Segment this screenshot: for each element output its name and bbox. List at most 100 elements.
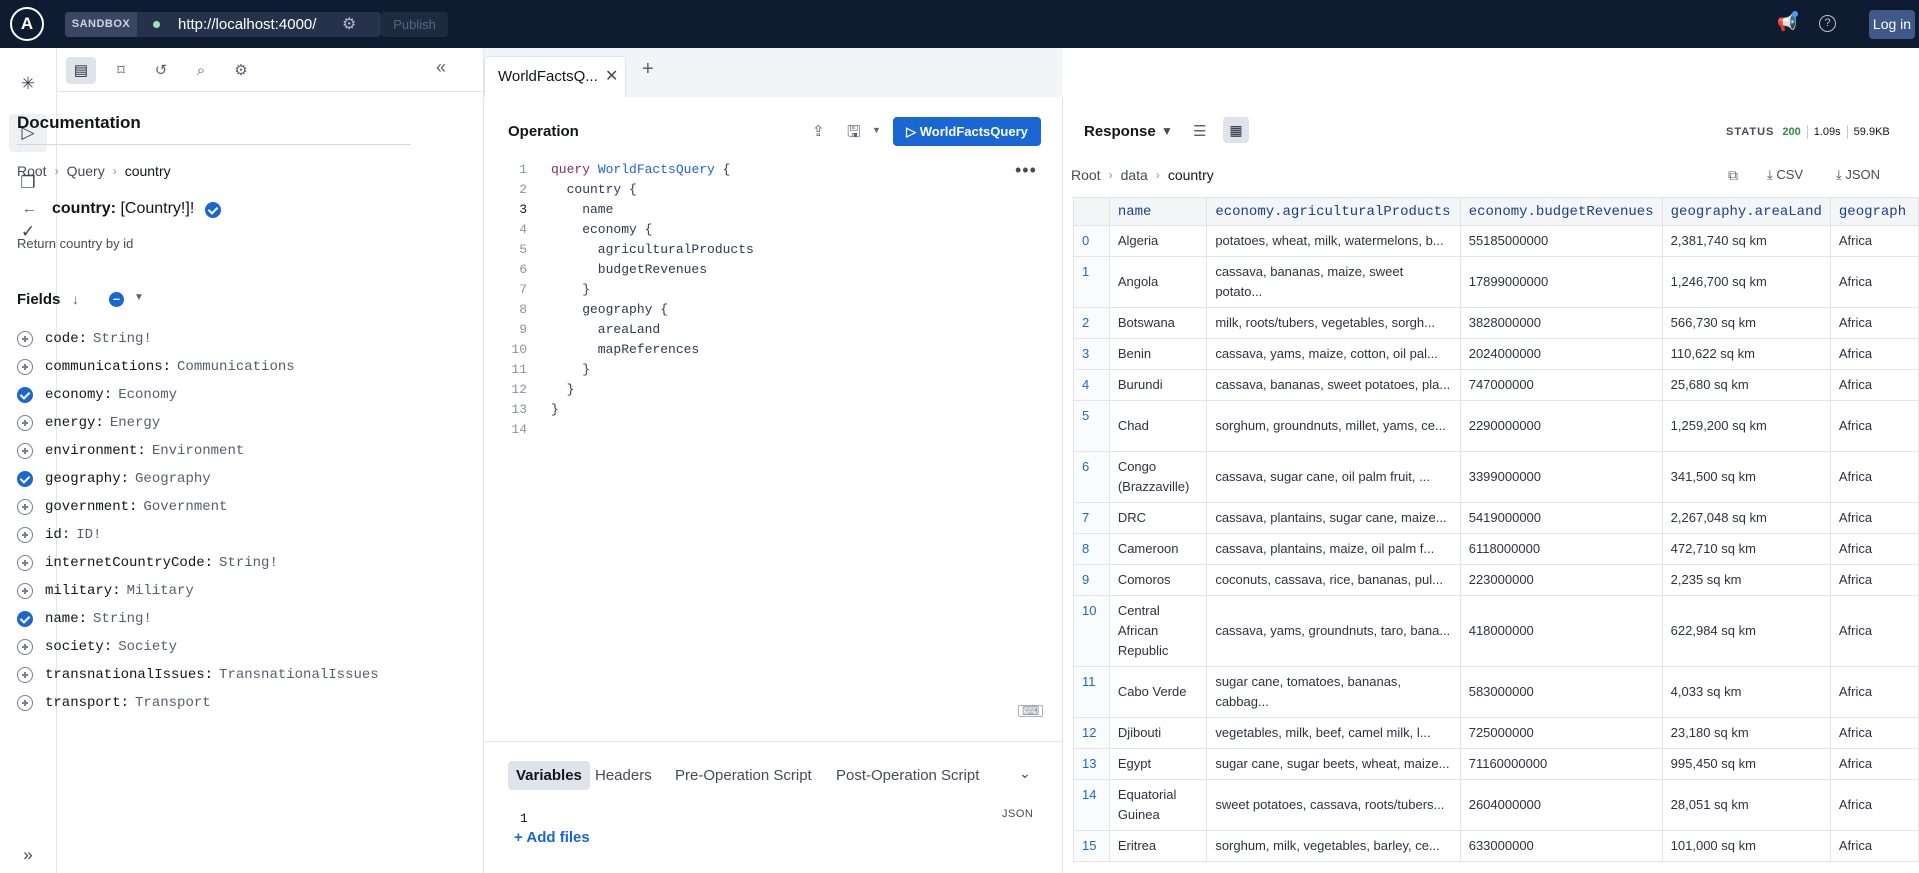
- publish-button[interactable]: Publish: [381, 12, 448, 37]
- table-row[interactable]: 5 Chad sorghum, groundnuts, millet, yams, …: [1073, 400, 1919, 452]
- table-row[interactable]: 9 Comoros coconuts, cassava, rice, bananas…: [1073, 564, 1919, 596]
- field-name[interactable]: geography: [45, 471, 121, 487]
- field-row-name[interactable]: name: String!: [17, 605, 417, 633]
- field-name[interactable]: name: [45, 611, 79, 627]
- operation-tab[interactable]: WorldFactsQ... ✕: [484, 56, 626, 97]
- field-type[interactable]: Environment: [152, 443, 244, 459]
- add-circle-icon[interactable]: [17, 415, 33, 431]
- endpoint-url[interactable]: http://localhost:4000/: [178, 12, 316, 37]
- apollo-logo[interactable]: A: [10, 7, 44, 41]
- table-row[interactable]: 8 Cameroon cassava, plantains, maize, oil …: [1073, 533, 1919, 565]
- share-icon[interactable]: ⇪: [812, 122, 825, 140]
- field-type[interactable]: Geography: [135, 471, 211, 487]
- check-circle-icon[interactable]: [17, 387, 33, 403]
- add-circle-icon[interactable]: [17, 359, 33, 375]
- column-header[interactable]: name: [1108, 197, 1208, 226]
- chevron-down-icon[interactable]: ▼: [134, 292, 144, 303]
- code-line[interactable]: 14: [484, 420, 1004, 440]
- field-type[interactable]: String!: [219, 555, 278, 571]
- code-line[interactable]: 13}: [484, 400, 1004, 420]
- code-line[interactable]: 3 name: [484, 200, 1004, 220]
- response-title[interactable]: Response: [1084, 123, 1156, 140]
- close-tab-icon[interactable]: ✕: [605, 66, 618, 86]
- field-row-transnationalIssues[interactable]: transnationalIssues: TransnationalIssues: [17, 661, 417, 689]
- crumb-query[interactable]: Query: [67, 163, 105, 179]
- add-circle-icon[interactable]: [17, 443, 33, 459]
- field-type[interactable]: Communications: [177, 359, 295, 375]
- add-circle-icon[interactable]: [17, 667, 33, 683]
- login-button[interactable]: Log in: [1869, 10, 1915, 39]
- chevron-down-icon[interactable]: ▼: [1161, 124, 1173, 138]
- code-line[interactable]: 2 country {: [484, 180, 1004, 200]
- field-row-communications[interactable]: communications: Communications: [17, 353, 417, 381]
- column-header[interactable]: geography.areaLand: [1661, 197, 1831, 226]
- column-header[interactable]: economy.agriculturalProducts: [1206, 197, 1461, 226]
- tab-post-operation-script[interactable]: Post-Operation Script: [836, 761, 979, 790]
- table-row[interactable]: 4 Burundi cassava, bananas, sweet potatoes…: [1073, 369, 1919, 401]
- table-row[interactable]: 1 Angola cassava, bananas, maize, sweet po…: [1073, 256, 1919, 308]
- code-line[interactable]: 11 }: [484, 360, 1004, 380]
- field-name[interactable]: society: [45, 639, 104, 655]
- field-type[interactable]: TransnationalIssues: [219, 667, 379, 683]
- collections-bookmark-icon[interactable]: ⌑: [106, 57, 136, 84]
- field-row-code[interactable]: code: String!: [17, 325, 417, 353]
- field-type[interactable]: Government: [143, 499, 227, 515]
- add-circle-icon[interactable]: [17, 695, 33, 711]
- docs-book-icon[interactable]: ▤: [66, 57, 96, 84]
- field-name[interactable]: economy: [45, 387, 104, 403]
- keyboard-shortcuts-icon[interactable]: ⌨: [1018, 705, 1044, 717]
- code-line[interactable]: 9 areaLand: [484, 320, 1004, 340]
- table-row[interactable]: 11 Cabo Verde sugar cane, tomatoes, banana…: [1073, 666, 1919, 718]
- field-name[interactable]: internetCountryCode: [45, 555, 205, 571]
- help-icon[interactable]: ?: [1819, 15, 1836, 32]
- field-row-government[interactable]: government: Government: [17, 493, 417, 521]
- field-name[interactable]: code: [45, 331, 79, 347]
- editor-more-options-icon[interactable]: •••: [1015, 160, 1037, 181]
- table-row[interactable]: 2 Botswana milk, roots/tubers, vegetables,…: [1073, 307, 1919, 339]
- table-row[interactable]: 15 Eritrea sorghum, milk, vegetables, barl…: [1073, 830, 1919, 862]
- field-type[interactable]: Energy: [110, 415, 160, 431]
- table-row[interactable]: 12 Djibouti vegetables, milk, beef, camel …: [1073, 717, 1919, 749]
- settings-gear-icon[interactable]: ⚙: [226, 57, 256, 84]
- endpoint-selector[interactable]: SANDBOX http://localhost:4000/ ⚙: [65, 12, 381, 37]
- field-name[interactable]: id: [45, 527, 62, 543]
- save-icon[interactable]: 🖫: [847, 121, 861, 148]
- field-row-transport[interactable]: transport: Transport: [17, 689, 417, 717]
- download-csv-button[interactable]: ⤓ CSV: [1767, 167, 1803, 183]
- table-row[interactable]: 6 Congo (Brazzaville) cassava, sugar cane,…: [1073, 451, 1919, 503]
- endpoint-settings-gear-icon[interactable]: ⚙: [342, 12, 356, 37]
- field-row-society[interactable]: society: Society: [17, 633, 417, 661]
- history-icon[interactable]: ↺: [146, 57, 176, 84]
- field-type[interactable]: Society: [118, 639, 177, 655]
- field-name[interactable]: government: [45, 499, 129, 515]
- field-name[interactable]: military: [45, 583, 112, 599]
- field-type[interactable]: Transport: [135, 695, 211, 711]
- table-row[interactable]: 10 Central African Republic cassava, yams,…: [1073, 595, 1919, 667]
- tab-pre-operation-script[interactable]: Pre-Operation Script: [675, 761, 812, 790]
- tab-headers[interactable]: Headers: [595, 761, 652, 790]
- check-circle-icon[interactable]: [17, 611, 33, 627]
- table-row[interactable]: 3 Benin cassava, yams, maize, cotton, oil …: [1073, 338, 1919, 370]
- add-circle-icon[interactable]: [17, 583, 33, 599]
- back-arrow-icon[interactable]: ←: [22, 200, 37, 217]
- collapse-variables-icon[interactable]: ⌄: [1019, 765, 1031, 782]
- field-selected-check-icon[interactable]: [205, 202, 233, 218]
- collapse-docs-icon[interactable]: «: [436, 57, 446, 78]
- table-row[interactable]: 0 Algeria potatoes, wheat, milk, watermelo…: [1073, 225, 1919, 257]
- field-name[interactable]: environment: [45, 443, 137, 459]
- add-circle-icon[interactable]: [17, 331, 33, 347]
- code-line[interactable]: 7 }: [484, 280, 1004, 300]
- field-row-energy[interactable]: energy: Energy: [17, 409, 417, 437]
- table-row[interactable]: 14 Equatorial Guinea sweet potatoes, cassa…: [1073, 779, 1919, 831]
- add-tab-icon[interactable]: +: [642, 58, 654, 81]
- field-type[interactable]: String!: [93, 611, 152, 627]
- code-editor[interactable]: 1 query WorldFactsQuery {2 country {3 nam…: [484, 160, 1004, 440]
- add-circle-icon[interactable]: [17, 527, 33, 543]
- field-name[interactable]: energy: [45, 415, 95, 431]
- code-line[interactable]: 8 geography {: [484, 300, 1004, 320]
- add-circle-icon[interactable]: [17, 555, 33, 571]
- response-table-container[interactable]: name economy.agriculturalProducts economy.…: [1073, 197, 1919, 873]
- download-json-button[interactable]: ⤓ JSON: [1836, 167, 1880, 183]
- table-view-icon[interactable]: ▦: [1223, 117, 1249, 143]
- crumb-root[interactable]: Root: [17, 163, 47, 179]
